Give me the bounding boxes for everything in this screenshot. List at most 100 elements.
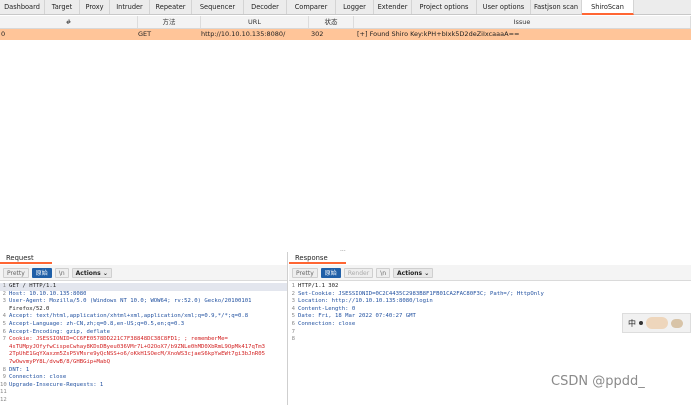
column-header-status[interactable]: 状态 <box>309 16 354 28</box>
line-text: Host: 10.10.10.135:8080 <box>9 290 87 297</box>
request-toolbar: Pretty 原始 \n Actions ⌄ <box>0 265 287 281</box>
row-status: 302 <box>311 30 324 38</box>
line-number: 4 <box>2 313 6 320</box>
response-title[interactable]: Response <box>289 252 346 264</box>
row-method: GET <box>138 30 152 38</box>
tab-user-options[interactable]: User options <box>477 0 531 14</box>
watermark: CSDN @ppdd_ <box>551 374 645 389</box>
line-number: 1 <box>291 283 295 289</box>
request-newline-button[interactable]: \n <box>54 267 69 278</box>
response-actions-dropdown[interactable]: Actions ⌄ <box>393 267 434 278</box>
response-raw-button[interactable]: 原始 <box>320 267 341 278</box>
line-number: 11 <box>0 389 7 396</box>
line-number: 8 <box>2 366 6 373</box>
line-text: Accept-Encoding: gzip, deflate <box>9 328 111 335</box>
line-number: 2 <box>291 290 295 297</box>
request-actions-label: Actions <box>75 269 101 277</box>
line-number <box>0 306 9 314</box>
response-render-button[interactable]: Render <box>343 267 374 278</box>
line-number <box>0 344 9 352</box>
line-number: 9 <box>2 374 6 381</box>
tab-decoder[interactable]: Decoder <box>244 0 287 14</box>
response-newline-button[interactable]: \n <box>376 267 391 278</box>
response-actions-label: Actions <box>397 269 423 277</box>
line-text: 7wOwvmyPY8L/dvwB/8/GHBGip+MabQ <box>9 358 111 365</box>
chevron-down-icon: ⌄ <box>102 269 108 277</box>
tab-dashboard[interactable]: Dashboard <box>0 0 45 14</box>
code-line: 3 Location: http://10.10.10.135:8080/logi… <box>289 298 691 306</box>
line-text: Content-Length: 0 <box>298 305 356 312</box>
tab-project-options[interactable]: Project options <box>412 0 477 14</box>
line-text: User-Agent: Mozilla/5.0 (Windows NT 10.0… <box>9 298 252 305</box>
line-number: 12 <box>0 396 7 403</box>
ime-skin-icon <box>646 317 668 329</box>
code-line: 4sTUMpyJOfyfwCispeCwhay8KDsDByeu036VMr7L… <box>0 344 287 352</box>
tab-sequencer[interactable]: Sequencer <box>192 0 244 14</box>
line-number: 3 <box>291 298 295 305</box>
line-text: Set-Cookie: JSESSIONID=0C2C4435C2983B8F1… <box>298 290 544 297</box>
line-number: 5 <box>291 313 295 320</box>
request-pretty-button[interactable]: Pretty <box>3 267 29 278</box>
line-text: Connection: close <box>9 374 67 381</box>
results-table: # 方法 URL 状态 Issue 0 GET http://10.10.10.… <box>0 16 691 40</box>
line-number: 2 <box>2 290 6 297</box>
code-line: 5 Accept-Language: zh-CN,zh;q=0.8,en-US;q… <box>0 321 287 329</box>
column-header-issue[interactable]: Issue <box>354 16 691 28</box>
line-number: 4 <box>291 305 295 312</box>
tab-repeater[interactable]: Repeater <box>150 0 192 14</box>
tab-fastjson-scan[interactable]: Fastjson scan <box>531 0 582 14</box>
line-text: Accept: text/html,application/xhtml+xml,… <box>9 313 249 320</box>
tab-proxy[interactable]: Proxy <box>80 0 110 14</box>
request-raw-button[interactable]: 原始 <box>31 267 52 278</box>
line-number: 6 <box>291 320 295 327</box>
line-number: 3 <box>2 298 6 305</box>
line-text: Cookie: JSESSIONID=CC6FE0578DD221C7F3884… <box>9 336 228 343</box>
ime-language-label[interactable]: 中 <box>628 318 636 329</box>
column-header-method[interactable]: 方法 <box>138 16 201 28</box>
line-text: Firefox/52.0 <box>9 305 50 312</box>
line-text: Accept-Language: zh-CN,zh;q=0.8,en-US;q=… <box>9 320 185 327</box>
line-text: Upgrade-Insecure-Requests: 1 <box>9 381 104 388</box>
code-line: 1 HTTP/1.1 302 <box>289 283 691 291</box>
tab-target[interactable]: Target <box>45 0 80 14</box>
code-line: 2 Host: 10.10.10.135:8080 <box>0 291 287 299</box>
tab-shiroscan[interactable]: ShiroScan <box>582 0 634 15</box>
line-text: 2TpUhE1GqYXaxzm5ZsP5VMsre9yQcNSS+o6/oKkH… <box>9 351 265 358</box>
response-pretty-button[interactable]: Pretty <box>292 267 318 278</box>
row-index: 0 <box>1 30 6 38</box>
response-toolbar: Pretty 原始 Render \n Actions ⌄ <box>289 265 691 281</box>
line-number: 7 <box>291 328 295 335</box>
tab-logger[interactable]: Logger <box>336 0 374 14</box>
request-title[interactable]: Request <box>0 252 52 264</box>
code-line: 4 Accept: text/html,application/xhtml+xml… <box>0 313 287 321</box>
code-line: 7 Cookie: JSESSIONID=CC6FE0578DD221C7F388… <box>0 336 287 344</box>
line-text: HTTP/1.1 302 <box>298 283 339 289</box>
top-tab-bar: Dashboard Target Proxy Intruder Repeater Sequ… <box>0 0 691 15</box>
code-line: 8 DNT: 1 <box>0 367 287 375</box>
code-line: 7wOwvmyPY8L/dvwB/8/GHBGip+MabQ <box>0 359 287 367</box>
row-issue: [+] Found Shiro Key:kPH+bIxk5D2deZiIxcaa… <box>357 30 520 38</box>
chevron-down-icon: ⌄ <box>424 269 430 277</box>
tab-comparer[interactable]: Comparer <box>287 0 336 14</box>
code-line: 2TpUhE1GqYXaxzm5ZsP5VMsre9yQcNSS+o6/oKkH… <box>0 351 287 359</box>
request-pane: Request Pretty 原始 \n Actions ⌄ 1 GET / HT… <box>0 252 288 405</box>
ime-toolbar[interactable]: 中 <box>622 313 691 333</box>
code-line: 3 User-Agent: Mozilla/5.0 (Windows NT 10.… <box>0 298 287 306</box>
line-number <box>0 359 9 367</box>
column-header-url[interactable]: URL <box>201 16 309 28</box>
request-actions-dropdown[interactable]: Actions ⌄ <box>71 267 112 278</box>
line-text: DNT: 1 <box>9 366 30 373</box>
request-editor[interactable]: 1 GET / HTTP/1.1 2 Host: 10.10.10.135:8080 3… <box>0 281 287 405</box>
column-header-index[interactable]: # <box>0 16 138 28</box>
code-line: 6 Accept-Encoding: gzip, deflate <box>0 329 287 337</box>
code-line: 12 <box>0 397 287 405</box>
line-number: 7 <box>2 336 6 343</box>
line-text: Connection: close <box>298 320 356 327</box>
table-row[interactable]: 0 GET http://10.10.10.135:8080/ 302 [+] … <box>0 29 691 40</box>
code-line: 9 Connection: close <box>0 374 287 382</box>
ime-dot-icon <box>639 321 643 325</box>
line-text: GET / HTTP/1.1 <box>9 283 57 289</box>
tab-extender[interactable]: Extender <box>374 0 412 14</box>
tab-intruder[interactable]: Intruder <box>110 0 150 14</box>
line-number <box>0 351 9 359</box>
